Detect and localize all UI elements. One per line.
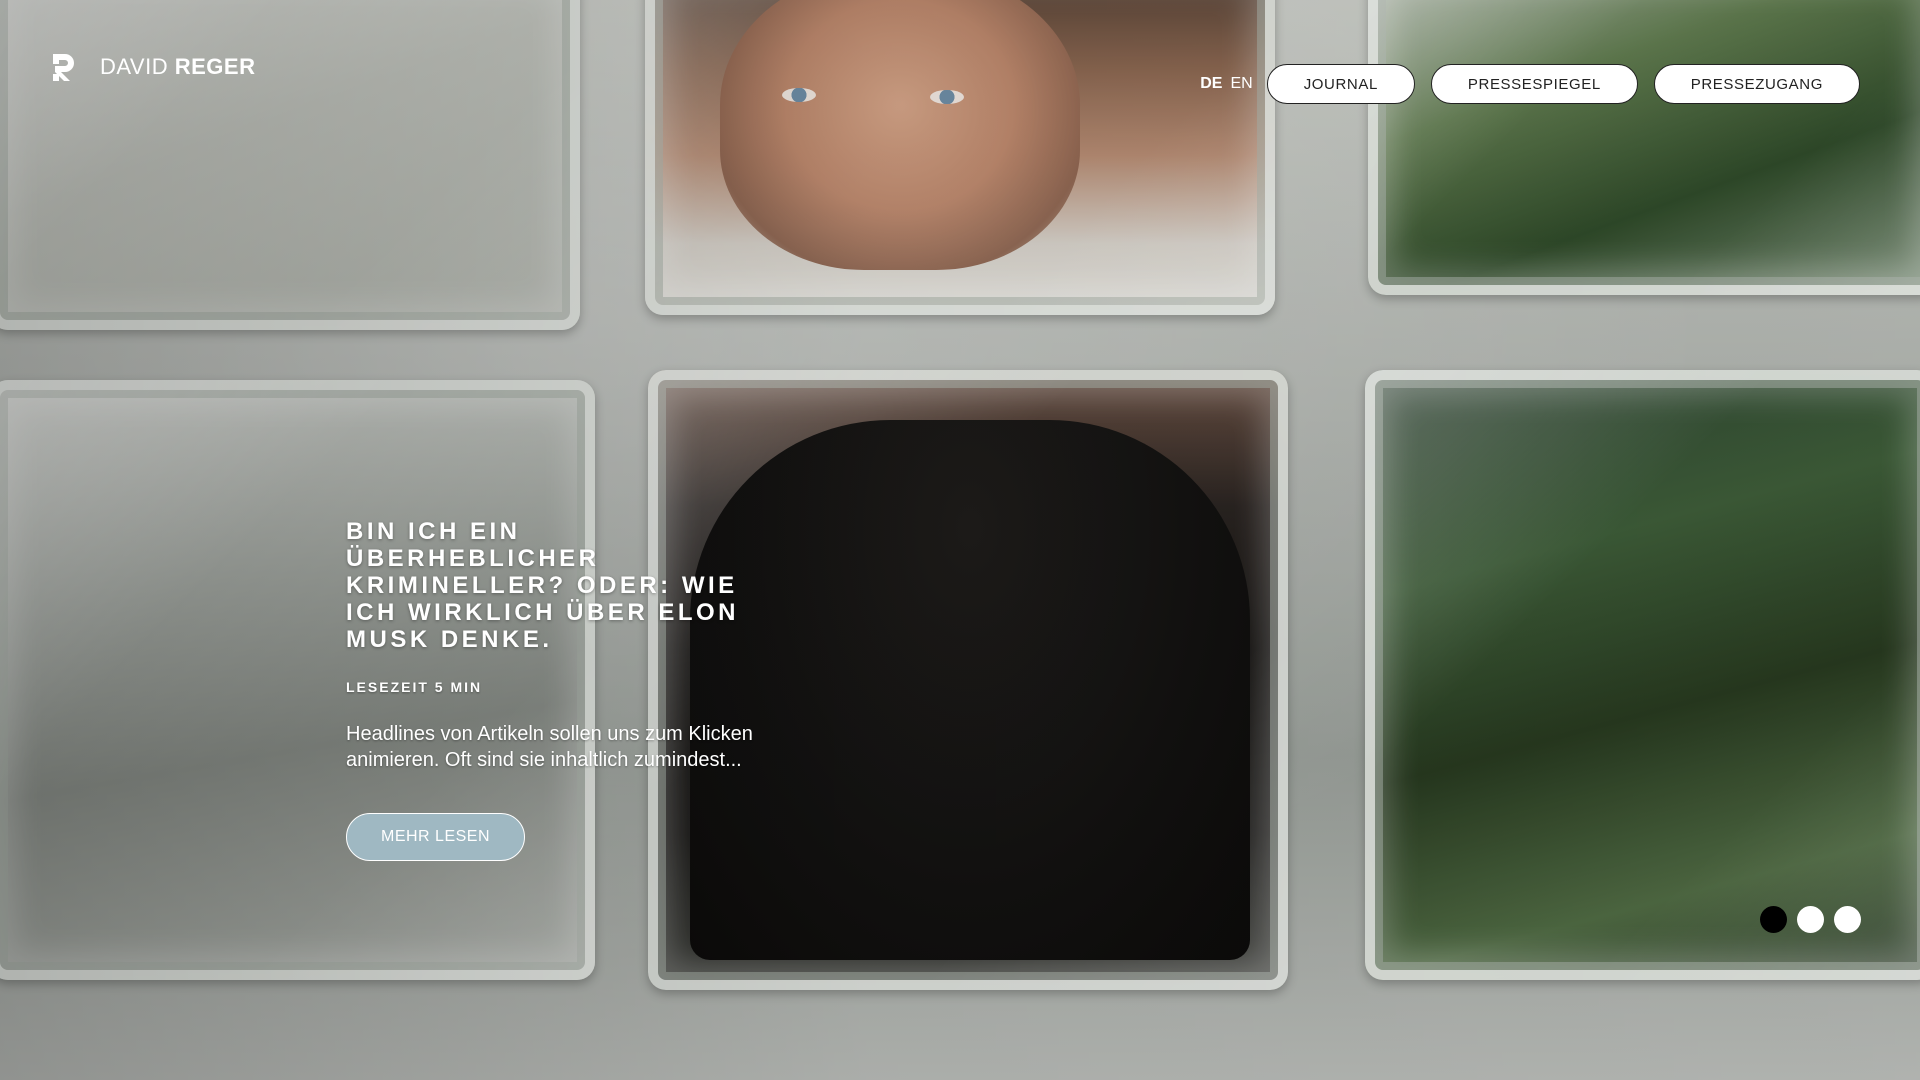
- site-logo[interactable]: DAVID REGER: [50, 52, 255, 82]
- featured-article: BIN ICH EIN ÜBERHEBLICHER KRIMINELLER? O…: [346, 518, 766, 861]
- hero-overlay: [0, 0, 1920, 1080]
- slider-dot-2[interactable]: [1797, 906, 1824, 933]
- article-headline: BIN ICH EIN ÜBERHEBLICHER KRIMINELLER? O…: [346, 518, 739, 653]
- nav-pressezugang-button[interactable]: PRESSEZUGANG: [1653, 64, 1860, 104]
- hero-background: [0, 0, 1920, 1080]
- read-more-button[interactable]: MEHR LESEN: [346, 813, 526, 861]
- nav-journal-button[interactable]: JOURNAL: [1266, 64, 1415, 104]
- slider-dot-3[interactable]: [1834, 906, 1861, 933]
- site-name-last: REGER: [174, 54, 256, 79]
- top-nav: DE EN JOURNAL PRESSESPIEGEL PRESSEZUGANG: [1200, 64, 1860, 104]
- read-time: LESEZEIT 5 MIN: [346, 679, 483, 695]
- site-name: DAVID REGER: [100, 54, 255, 80]
- nav-pressespiegel-button[interactable]: PRESSESPIEGEL: [1430, 64, 1638, 104]
- lang-en-link[interactable]: EN: [1230, 75, 1252, 93]
- dr-monogram-icon: [53, 54, 74, 81]
- lang-de-link[interactable]: DE: [1200, 75, 1222, 93]
- slider-pagination: [1760, 906, 1861, 933]
- article-excerpt: Headlines von Artikeln sollen uns zum Kl…: [346, 723, 753, 771]
- slider-dot-1[interactable]: [1760, 906, 1787, 933]
- site-name-first: DAVID: [100, 54, 169, 79]
